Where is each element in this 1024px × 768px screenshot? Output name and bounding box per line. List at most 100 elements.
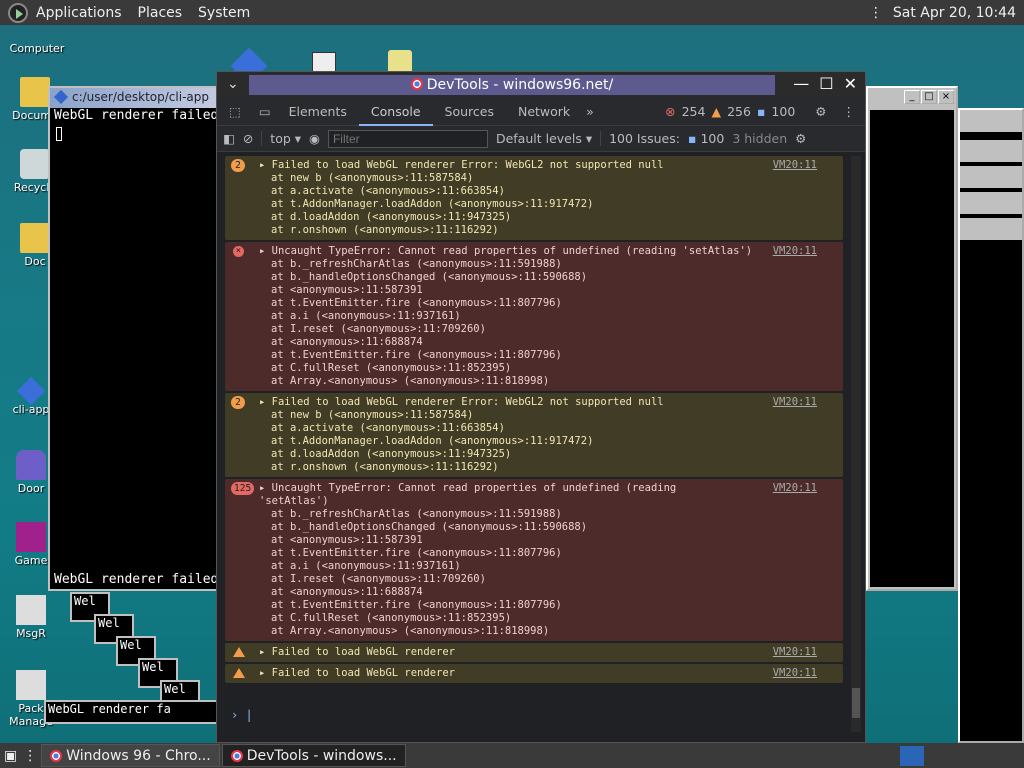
- terminal-cursor: [56, 127, 62, 141]
- console-message[interactable]: 2 ▸ Failed to load WebGL renderer Error: …: [225, 156, 843, 240]
- stack-frame[interactable]: at d.loadAddon (<anonymous>:11:947325): [259, 448, 511, 460]
- background-window[interactable]: _ □ ×: [866, 86, 958, 591]
- stack-frame[interactable]: at t.EventEmitter.fire (<anonymous>:11:8…: [259, 297, 562, 309]
- console-message[interactable]: × ▸ Uncaught TypeError: Cannot read prope…: [225, 242, 843, 391]
- stack-frame[interactable]: at I.reset (<anonymous>:11:709260): [259, 573, 486, 585]
- more-options-icon[interactable]: ⋮: [843, 104, 856, 119]
- source-link[interactable]: VM20:11: [773, 159, 817, 172]
- chevron-down-icon[interactable]: ⌄: [227, 76, 239, 92]
- console-message[interactable]: 125 ▸ Uncaught TypeError: Cannot read pro…: [225, 479, 843, 641]
- stack-frame[interactable]: at new b (<anonymous>:11:587584): [259, 172, 473, 184]
- background-window-stack[interactable]: [958, 108, 1024, 743]
- stack-frame[interactable]: at <anonymous>:11:587391: [259, 284, 423, 296]
- close-icon[interactable]: ✕: [844, 74, 857, 93]
- levels-dropdown[interactable]: Default levels ▾: [496, 131, 592, 146]
- stack-frame[interactable]: at t.EventEmitter.fire (<anonymous>:11:8…: [259, 349, 562, 361]
- stack-frame[interactable]: at a.activate (<anonymous>:11:663854): [259, 422, 505, 434]
- stack-frame[interactable]: at t.EventEmitter.fire (<anonymous>:11:8…: [259, 547, 562, 559]
- warning-count[interactable]: 256: [727, 104, 751, 119]
- stack-frame[interactable]: at b._refreshCharAtlas (<anonymous>:11:5…: [259, 508, 562, 520]
- expand-arrow-icon[interactable]: ▸: [259, 667, 272, 679]
- context-selector[interactable]: top ▾: [261, 131, 301, 146]
- system-logo-icon[interactable]: [8, 2, 28, 23]
- stack-frame[interactable]: at <anonymous>:11:688874: [259, 336, 423, 348]
- expand-arrow-icon[interactable]: ▸: [259, 245, 272, 257]
- maximize-icon[interactable]: ☐: [819, 74, 833, 93]
- vertical-dots-icon[interactable]: ⋮: [869, 5, 883, 21]
- terminal-title[interactable]: c:/user/desktop/cli-app: [50, 88, 221, 108]
- expand-arrow-icon[interactable]: ▸: [259, 159, 272, 171]
- stack-frame[interactable]: at b._handleOptionsChanged (<anonymous>:…: [259, 271, 587, 283]
- show-desktop-icon[interactable]: ▣: [0, 748, 21, 764]
- expand-arrow-icon[interactable]: ▸: [259, 482, 272, 494]
- stack-frame[interactable]: at a.i (<anonymous>:11:937161): [259, 310, 461, 322]
- clock[interactable]: Sat Apr 20, 10:44: [893, 5, 1016, 21]
- stack-frame[interactable]: at t.AddonManager.loadAddon (<anonymous>…: [259, 435, 593, 447]
- console-output[interactable]: 2 ▸ Failed to load WebGL renderer Error: …: [217, 154, 865, 736]
- tab-elements[interactable]: Elements: [277, 98, 359, 126]
- expand-arrow-icon[interactable]: ▸: [259, 396, 272, 408]
- stack-frame[interactable]: at I.reset (<anonymous>:11:709260): [259, 323, 486, 335]
- stack-frame[interactable]: at C.fullReset (<anonymous>:11:852395): [259, 362, 511, 374]
- menu-applications[interactable]: Applications: [28, 5, 130, 21]
- devtools-titlebar[interactable]: ⌄ DevTools - windows96.net/ — ☐ ✕: [217, 72, 865, 98]
- stack-frame[interactable]: at b._handleOptionsChanged (<anonymous>:…: [259, 521, 587, 533]
- close-icon[interactable]: ×: [938, 90, 954, 104]
- stack-frame[interactable]: at Array.<anonymous> (<anonymous>:11:818…: [259, 375, 549, 387]
- info-count[interactable]: 100: [771, 104, 795, 119]
- stack-frame[interactable]: at <anonymous>:11:587391: [259, 534, 423, 546]
- stack-frame[interactable]: at b._refreshCharAtlas (<anonymous>:11:5…: [259, 258, 562, 270]
- terminal-window[interactable]: c:/user/desktop/cli-app WebGL renderer f…: [48, 86, 223, 591]
- tab-sources[interactable]: Sources: [433, 98, 506, 126]
- sidebar-toggle-icon[interactable]: ◧: [223, 131, 235, 146]
- minimize-icon[interactable]: —: [793, 74, 809, 93]
- desktop-icon-msgr[interactable]: MsgR: [0, 595, 66, 640]
- devtools-window[interactable]: ⌄ DevTools - windows96.net/ — ☐ ✕ ⬚ ▭ El…: [216, 71, 866, 743]
- taskbar-item-windows96[interactable]: Windows 96 - Chro...: [41, 744, 220, 767]
- console-message[interactable]: ▸ Failed to load WebGL renderer VM20:11: [225, 664, 843, 683]
- taskbar-item-devtools[interactable]: DevTools - windows...: [221, 744, 406, 767]
- stack-frame[interactable]: at C.fullReset (<anonymous>:11:852395): [259, 612, 511, 624]
- console-scrollbar[interactable]: [851, 156, 861, 732]
- source-link[interactable]: VM20:11: [773, 482, 817, 495]
- source-link[interactable]: VM20:11: [773, 667, 817, 680]
- menu-system[interactable]: System: [190, 5, 258, 21]
- issues-button[interactable]: ▪ 100: [688, 131, 724, 146]
- tab-console[interactable]: Console: [358, 98, 433, 126]
- stack-frame[interactable]: at d.loadAddon (<anonymous>:11:947325): [259, 211, 511, 223]
- stack-frame[interactable]: at Array.<anonymous> (<anonymous>:11:818…: [259, 625, 549, 637]
- stack-frame[interactable]: at a.i (<anonymous>:11:937161): [259, 560, 461, 572]
- more-tabs-icon[interactable]: »: [582, 98, 598, 126]
- stack-frame[interactable]: at t.EventEmitter.fire (<anonymous>:11:8…: [259, 599, 562, 611]
- console-message[interactable]: 2 ▸ Failed to load WebGL renderer Error: …: [225, 393, 843, 477]
- inspect-icon[interactable]: ⬚: [217, 98, 253, 126]
- clear-console-icon[interactable]: ⊘: [243, 131, 253, 146]
- console-settings-gear-icon[interactable]: ⚙: [795, 131, 806, 146]
- gear-icon[interactable]: ⚙: [815, 104, 826, 119]
- stack-frame[interactable]: at r.onshown (<anonymous>:11:116292): [259, 224, 499, 236]
- maximize-icon[interactable]: □: [921, 90, 937, 104]
- minimize-icon[interactable]: _: [904, 90, 920, 104]
- desktop-icon-computer[interactable]: Computer: [2, 25, 72, 55]
- stack-frame[interactable]: at r.onshown (<anonymous>:11:116292): [259, 461, 499, 473]
- eye-icon[interactable]: ◉: [309, 131, 320, 146]
- source-link[interactable]: VM20:11: [773, 396, 817, 409]
- tab-network[interactable]: Network: [506, 98, 582, 126]
- menu-places[interactable]: Places: [130, 5, 191, 21]
- source-link[interactable]: VM20:11: [773, 245, 817, 258]
- stack-frame[interactable]: at <anonymous>:11:688874: [259, 586, 423, 598]
- expand-arrow-icon[interactable]: ▸: [259, 646, 272, 658]
- console-message[interactable]: ▸ Failed to load WebGL renderer VM20:11: [225, 643, 843, 662]
- stack-frame[interactable]: at a.activate (<anonymous>:11:663854): [259, 185, 505, 197]
- device-toggle-icon[interactable]: ▭: [253, 98, 277, 126]
- chrome-icon: [230, 749, 243, 762]
- message-text: Failed to load WebGL renderer: [271, 646, 455, 658]
- console-prompt[interactable]: › |: [231, 708, 253, 722]
- stack-frame[interactable]: at new b (<anonymous>:11:587584): [259, 409, 473, 421]
- stacked-window[interactable]: WebGL renderer fa: [44, 700, 219, 724]
- error-count[interactable]: 254: [682, 104, 706, 119]
- filter-input[interactable]: [327, 129, 488, 148]
- source-link[interactable]: VM20:11: [773, 646, 817, 659]
- workspace-switcher[interactable]: [900, 745, 924, 766]
- stack-frame[interactable]: at t.AddonManager.loadAddon (<anonymous>…: [259, 198, 593, 210]
